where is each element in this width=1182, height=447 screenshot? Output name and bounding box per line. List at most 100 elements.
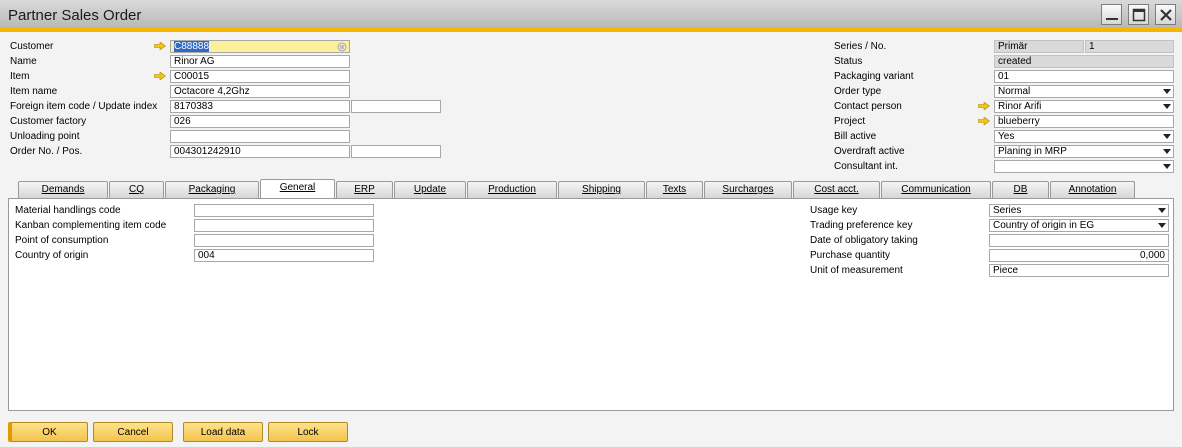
tab-update[interactable]: Update: [394, 181, 466, 198]
order-type-value: Normal: [998, 86, 1031, 97]
title-bar: Partner Sales Order: [0, 0, 1182, 32]
usage-key-value: Series: [993, 205, 1022, 216]
item-name-label: Item name: [10, 86, 58, 97]
tab-packaging[interactable]: Packaging: [165, 181, 259, 198]
status-label: Status: [834, 56, 863, 67]
customer-factory-field[interactable]: 026: [170, 115, 350, 128]
lock-button[interactable]: Lock: [268, 422, 348, 442]
minimize-icon: [1106, 18, 1118, 20]
tab-annotation[interactable]: Annotation: [1050, 181, 1135, 198]
link-arrow-icon[interactable]: [154, 72, 166, 80]
purchase-quantity-label: Purchase quantity: [810, 250, 891, 261]
usage-key-select[interactable]: Series: [989, 204, 1169, 217]
unit-of-measurement-label: Unit of measurement: [810, 265, 903, 276]
item-field[interactable]: C00015: [170, 70, 350, 83]
maximize-button[interactable]: [1128, 4, 1149, 25]
doc-number-field: 1: [1085, 40, 1174, 53]
dropdown-arrow-icon: [1163, 164, 1171, 169]
order-no-field[interactable]: 004301242910: [170, 145, 350, 158]
tab-surcharges[interactable]: Surcharges: [704, 181, 792, 198]
window-title: Partner Sales Order: [8, 7, 142, 24]
foreign-item-code-label: Foreign item code / Update index: [10, 101, 158, 112]
contact-person-value: Rinor Arifi: [998, 101, 1042, 112]
packaging-variant-label: Packaging variant: [834, 71, 914, 82]
item-name-field[interactable]: Octacore 4,2Ghz: [170, 85, 350, 98]
link-arrow-icon[interactable]: [978, 102, 990, 110]
material-handlings-code-field[interactable]: [194, 204, 374, 217]
tab-cq[interactable]: CQ: [109, 181, 164, 198]
name-label: Name: [10, 56, 37, 67]
tab-shipping[interactable]: Shipping: [558, 181, 645, 198]
date-obligatory-taking-field[interactable]: [989, 234, 1169, 247]
unit-of-measurement-field[interactable]: Piece: [989, 264, 1169, 277]
minimize-button[interactable]: [1101, 4, 1122, 25]
country-of-origin-field[interactable]: 004: [194, 249, 374, 262]
customer-label: Customer: [10, 41, 54, 52]
overdraft-active-value: Planing in MRP: [998, 146, 1067, 157]
dropdown-arrow-icon: [1163, 104, 1171, 109]
order-pos-field[interactable]: [351, 145, 441, 158]
bill-active-value: Yes: [998, 131, 1015, 142]
choose-from-list-icon[interactable]: [337, 42, 347, 52]
usage-key-label: Usage key: [810, 205, 858, 216]
trading-preference-key-select[interactable]: Country of origin in EG: [989, 219, 1169, 232]
dropdown-arrow-icon: [1163, 89, 1171, 94]
contact-person-label: Contact person: [834, 101, 902, 112]
order-no-label: Order No. / Pos.: [10, 146, 83, 157]
purchase-quantity-field[interactable]: 0,000: [989, 249, 1169, 262]
unloading-point-label: Unloading point: [10, 131, 80, 142]
overdraft-active-label: Overdraft active: [834, 146, 905, 157]
project-field[interactable]: blueberry: [994, 115, 1174, 128]
dropdown-arrow-icon: [1163, 149, 1171, 154]
cancel-button[interactable]: Cancel: [93, 422, 173, 442]
kanban-code-field[interactable]: [194, 219, 374, 232]
dropdown-arrow-icon: [1158, 223, 1166, 228]
date-obligatory-taking-label: Date of obligatory taking: [810, 235, 918, 246]
project-label: Project: [834, 116, 866, 127]
load-data-button[interactable]: Load data: [183, 422, 263, 442]
tab-communication[interactable]: Communication: [881, 181, 991, 198]
tab-texts[interactable]: Texts: [646, 181, 703, 198]
series-no-label: Series / No.: [834, 41, 887, 52]
unloading-point-field[interactable]: [170, 130, 350, 143]
point-of-consumption-field[interactable]: [194, 234, 374, 247]
consultant-label: Consultant int.: [834, 161, 898, 172]
dropdown-arrow-icon: [1158, 208, 1166, 213]
contact-person-select[interactable]: Rinor Arifi: [994, 100, 1174, 113]
close-icon: [1160, 9, 1172, 21]
tab-production[interactable]: Production: [467, 181, 557, 198]
ok-button[interactable]: OK: [8, 422, 88, 442]
tab-demands[interactable]: Demands: [18, 181, 108, 198]
customer-value: C88888: [174, 41, 210, 52]
consultant-select[interactable]: [994, 160, 1174, 173]
trading-preference-key-label: Trading preference key: [810, 220, 913, 231]
customer-field[interactable]: C88888: [170, 40, 350, 53]
link-arrow-icon[interactable]: [154, 42, 166, 50]
order-type-label: Order type: [834, 86, 882, 97]
tab-db[interactable]: DB: [992, 181, 1049, 198]
tab-general[interactable]: General: [260, 179, 335, 199]
order-type-select[interactable]: Normal: [994, 85, 1174, 98]
item-label: Item: [10, 71, 30, 82]
tab-cost-acct[interactable]: Cost acct.: [793, 181, 880, 198]
dropdown-arrow-icon: [1163, 134, 1171, 139]
update-index-field[interactable]: [351, 100, 441, 113]
point-of-consumption-label: Point of consumption: [15, 235, 109, 246]
maximize-icon: [1132, 8, 1146, 22]
close-button[interactable]: [1155, 4, 1176, 25]
link-arrow-icon[interactable]: [978, 117, 990, 125]
series-field: Primär: [994, 40, 1084, 53]
name-field[interactable]: Rinor AG: [170, 55, 350, 68]
customer-factory-label: Customer factory: [10, 116, 87, 127]
status-field: created: [994, 55, 1174, 68]
kanban-code-label: Kanban complementing item code: [15, 220, 167, 231]
overdraft-active-select[interactable]: Planing in MRP: [994, 145, 1174, 158]
material-handlings-code-label: Material handlings code: [15, 205, 121, 216]
bill-active-label: Bill active: [834, 131, 877, 142]
foreign-item-code-field[interactable]: 8170383: [170, 100, 350, 113]
bill-active-select[interactable]: Yes: [994, 130, 1174, 143]
country-of-origin-label: Country of origin: [15, 250, 89, 261]
trading-preference-key-value: Country of origin in EG: [993, 220, 1095, 231]
packaging-variant-field[interactable]: 01: [994, 70, 1174, 83]
tab-erp[interactable]: ERP: [336, 181, 393, 198]
